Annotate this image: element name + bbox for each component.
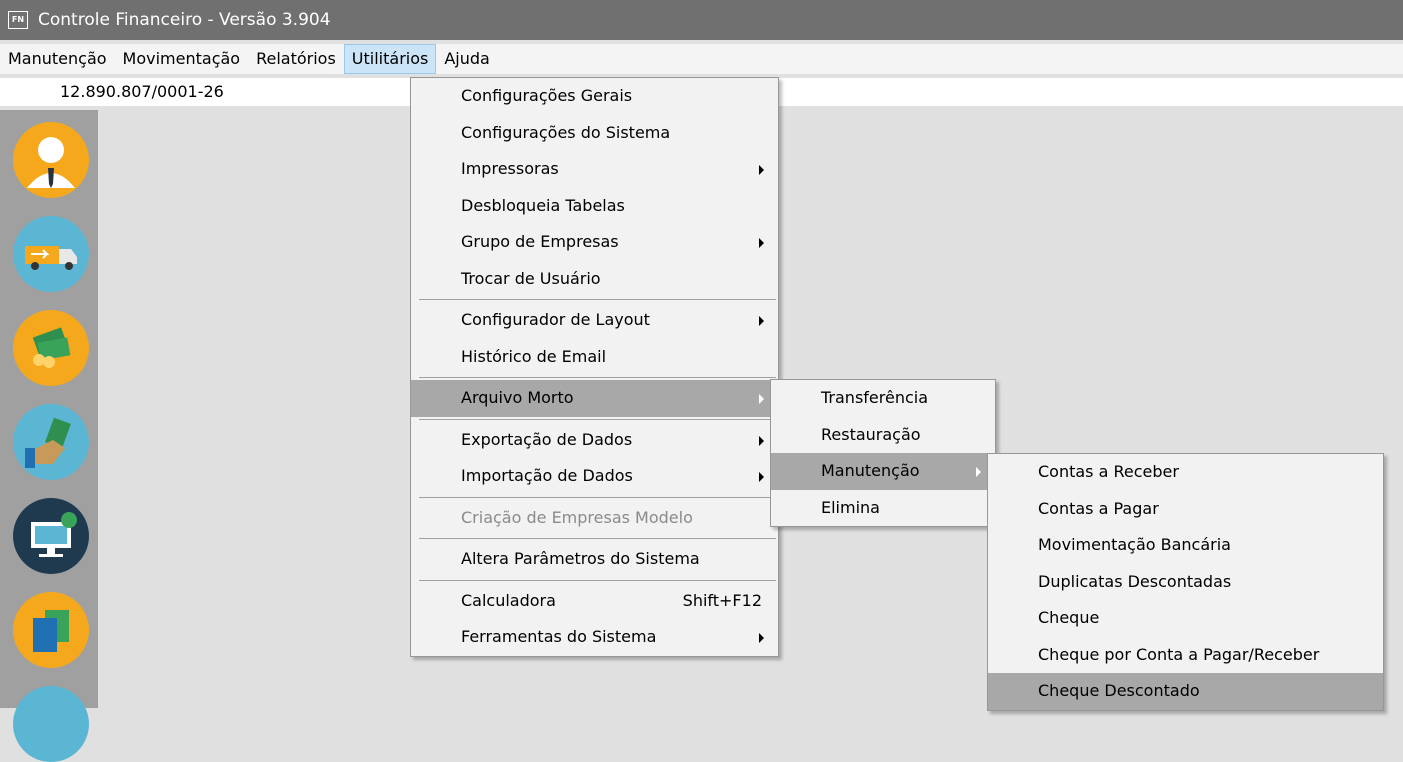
menu-item-restauracao[interactable]: Restauração [771, 417, 995, 454]
arquivo-morto-menu: Transferência Restauração Manutenção Eli… [770, 379, 996, 527]
menu-separator [419, 579, 776, 581]
menu-manutencao[interactable]: Manutenção [0, 44, 115, 74]
user-icon[interactable] [13, 122, 89, 198]
menu-item-altera-parametros[interactable]: Altera Parâmetros do Sistema [411, 541, 778, 578]
submenu-arrow-icon [759, 435, 764, 446]
menu-item-configuracoes-sistema[interactable]: Configurações do Sistema [411, 115, 778, 152]
documents-icon[interactable] [13, 592, 89, 668]
manutencao-menu: Contas a Receber Contas a Pagar Moviment… [987, 453, 1384, 711]
menu-item-calculadora[interactable]: Calculadora Shift+F12 [411, 583, 778, 620]
menu-item-movimentacao-bancaria[interactable]: Movimentação Bancária [988, 527, 1383, 564]
menu-item-grupo-empresas[interactable]: Grupo de Empresas [411, 224, 778, 261]
menu-separator [419, 377, 776, 378]
menu-item-exportacao-dados[interactable]: Exportação de Dados [411, 422, 778, 459]
menu-separator [419, 496, 776, 498]
submenu-arrow-icon [759, 633, 764, 643]
submenu-arrow-icon [976, 467, 981, 477]
menu-item-cheque-descontado[interactable]: Cheque Descontado [988, 673, 1383, 710]
menu-movimentacao[interactable]: Movimentação [115, 44, 249, 74]
app-icon: FN [8, 11, 28, 29]
menu-bar: Manutenção Movimentação Relatórios Utili… [0, 44, 1403, 74]
company-cnpj: 12.890.807/0001-26 [60, 82, 224, 101]
menu-separator [419, 538, 776, 539]
sidebar [0, 110, 98, 762]
submenu-arrow-icon [759, 394, 764, 404]
submenu-arrow-icon [759, 238, 764, 248]
menu-item-contas-pagar[interactable]: Contas a Pagar [988, 491, 1383, 528]
utilitarios-menu: Configurações Gerais Configurações do Si… [410, 77, 779, 657]
window-title: Controle Financeiro - Versão 3.904 [38, 10, 331, 30]
menu-item-impressoras[interactable]: Impressoras [411, 151, 778, 188]
menu-separator [419, 299, 776, 300]
menu-item-importacao-dados[interactable]: Importação de Dados [411, 458, 778, 495]
menu-item-contas-receber[interactable]: Contas a Receber [988, 454, 1383, 491]
menu-item-manutencao[interactable]: Manutenção [771, 453, 995, 490]
menu-item-cheque-conta-pagar-receber[interactable]: Cheque por Conta a Pagar/Receber [988, 637, 1383, 674]
menu-separator [419, 418, 776, 420]
menu-item-criacao-empresas-modelo: Criação de Empresas Modelo [461, 507, 693, 527]
menu-item-duplicatas-descontadas[interactable]: Duplicatas Descontadas [988, 564, 1383, 601]
menu-item-transferencia[interactable]: Transferência [771, 380, 995, 417]
menu-item-ferramentas-sistema[interactable]: Ferramentas do Sistema [411, 619, 778, 656]
menu-item-elimina[interactable]: Elimina [771, 490, 995, 527]
menu-item-desbloqueia-tabelas[interactable]: Desbloqueia Tabelas [411, 188, 778, 225]
menu-item-historico-email[interactable]: Histórico de Email [411, 339, 778, 376]
truck-icon[interactable] [13, 216, 89, 292]
menu-item-arquivo-morto[interactable]: Arquivo Morto [411, 380, 778, 417]
title-bar: FN Controle Financeiro - Versão 3.904 [0, 0, 1403, 40]
menu-item-cheque[interactable]: Cheque [988, 600, 1383, 637]
computer-icon[interactable] [13, 498, 89, 574]
menu-relatorios[interactable]: Relatórios [248, 44, 344, 74]
shortcut-label: Shift+F12 [682, 590, 762, 610]
menu-item-trocar-usuario[interactable]: Trocar de Usuário [411, 261, 778, 298]
menu-utilitarios[interactable]: Utilitários [343, 44, 437, 74]
payment-hand-icon[interactable] [13, 404, 89, 480]
submenu-arrow-icon [759, 165, 764, 175]
submenu-arrow-icon [759, 316, 764, 326]
menu-ajuda[interactable]: Ajuda [436, 44, 498, 74]
partial-bottom-icon[interactable] [13, 686, 89, 762]
menu-item-configurador-layout[interactable]: Configurador de Layout [411, 302, 778, 339]
money-icon[interactable] [13, 310, 89, 386]
menu-item-configuracoes-gerais[interactable]: Configurações Gerais [411, 78, 778, 115]
submenu-arrow-icon [759, 472, 764, 482]
